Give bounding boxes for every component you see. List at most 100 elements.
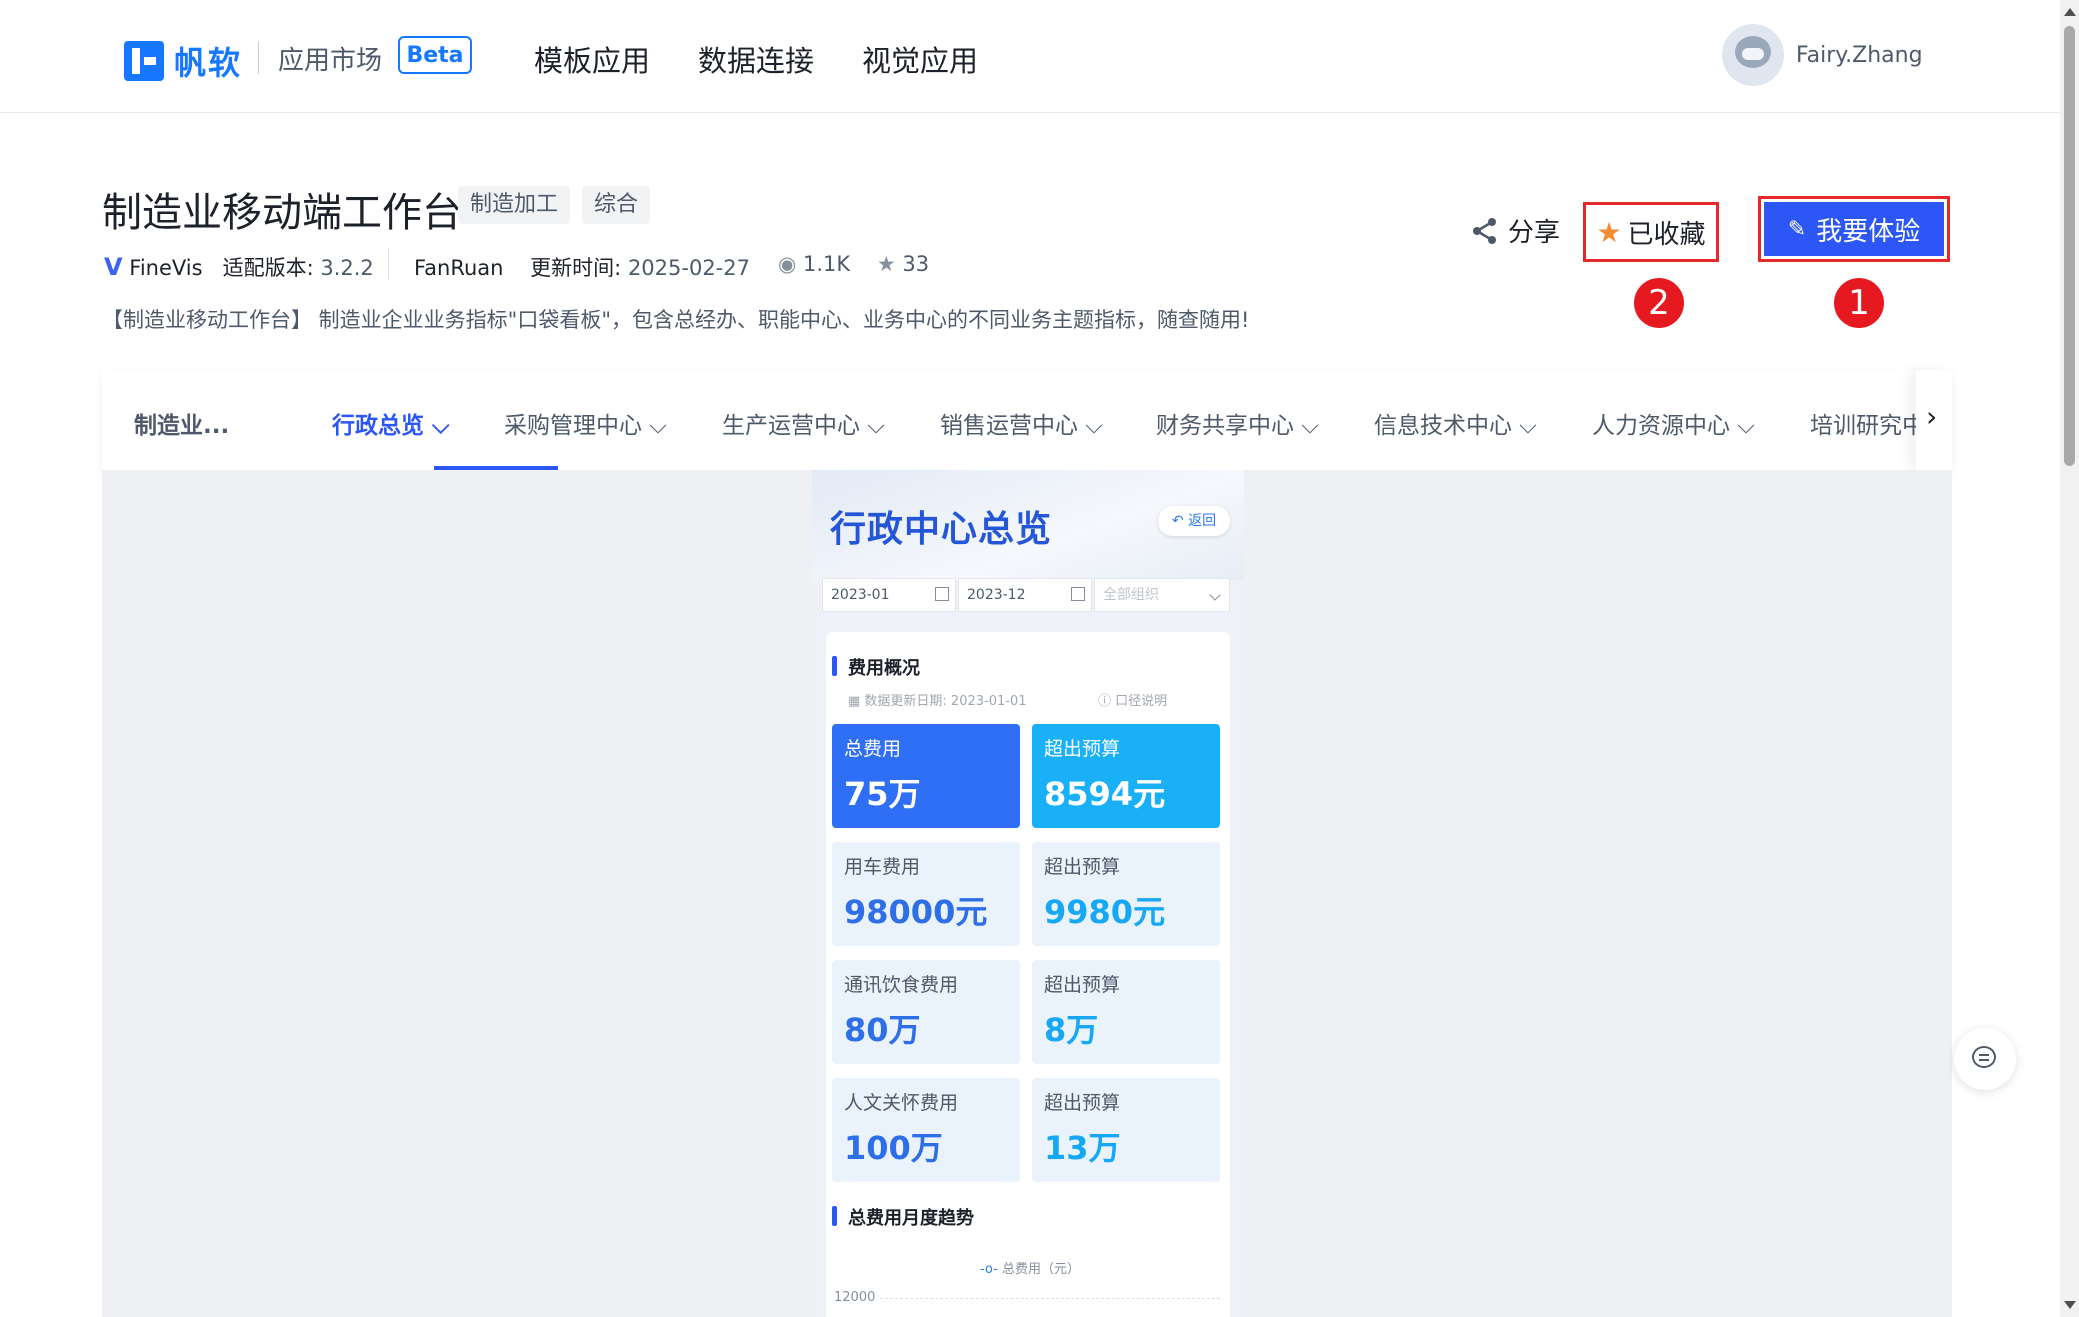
metric-value: 9980元 [1044,893,1166,931]
update-date-text: 数据更新日期: 2023-01-01 [864,694,1027,709]
logo-icon [124,41,164,81]
favorite-label: 已收藏 [1627,219,1706,250]
scroll-down-icon[interactable] [2064,1301,2076,1309]
end-date-picker[interactable]: 2023-12 [958,578,1092,612]
end-date-value: 2023-12 [967,587,1026,603]
chevron-down-icon [1209,589,1221,601]
logo-divider [258,42,259,74]
beta-badge: Beta [398,36,472,74]
metric-value: 80万 [844,1011,921,1049]
tab-finance[interactable]: 财务共享中心 ⌵ [1156,406,1319,440]
metric-label: 用车费用 [844,856,921,878]
explain-link[interactable]: ⓘ 口径说明 [1098,690,1167,709]
metric-label: 通讯饮食费用 [844,974,959,996]
tab-label: 人力资源中心 [1592,413,1730,439]
tab-label: 销售运营中心 [940,413,1078,439]
metric-card[interactable]: 通讯饮食费用 80万 [832,960,1020,1064]
tab-manufacturing[interactable]: 制造业... [134,406,229,440]
star-icon: ★ [876,252,896,276]
page-title: 制造业移动端工作台 [102,190,462,236]
version-value: 3.2.2 [320,256,374,280]
metric-card[interactable]: 超出预算 9980元 [1032,842,1220,946]
user-menu[interactable]: Fairy.Zhang [1722,24,1923,86]
tab-hr[interactable]: 人力资源中心 ⌵ [1592,406,1755,440]
metric-value: 8594元 [1044,775,1166,813]
metric-value: 8万 [1044,1011,1099,1049]
tab-procurement[interactable]: 采购管理中心 ⌵ [504,406,667,440]
metric-card[interactable]: 超出预算 13万 [1032,1078,1220,1182]
tab-production[interactable]: 生产运营中心 ⌵ [722,406,885,440]
back-label: 返回 [1188,513,1217,529]
scroll-up-icon[interactable] [2064,8,2076,16]
avatar [1722,24,1784,86]
org-select[interactable]: 全部组织 [1094,578,1230,612]
product-meta: V FineVis 适配版本: 3.2.2 [104,252,374,282]
share-label: 分享 [1508,218,1561,248]
chart-legend: -o- 总费用（元） [980,1258,1080,1277]
nav-template-apps[interactable]: 模板应用 [534,38,650,80]
start-date-value: 2023-01 [831,587,890,603]
metric-label: 超出预算 [1044,738,1121,760]
tab-sales[interactable]: 销售运营中心 ⌵ [940,406,1103,440]
tab-training[interactable]: 培训研究中 [1810,406,1925,440]
try-button[interactable]: ✎ 我要体验 [1764,202,1944,256]
tab-admin-overview[interactable]: 行政总览 ⌵ [332,406,449,440]
metric-label: 超出预算 [1044,1092,1121,1114]
share-button[interactable]: 分享 [1470,212,1560,249]
meta-divider [388,248,389,280]
author-name: FanRuan [414,256,504,280]
tab-label: 信息技术中心 [1374,413,1512,439]
chat-button[interactable] [1954,1028,2016,1090]
preview-title: 行政中心总览 [830,509,1053,550]
tabs-next-button[interactable]: › [1916,370,1952,470]
back-button[interactable]: ↶ 返回 [1158,506,1230,536]
finevis-icon: V [104,253,123,281]
nav-visual-apps[interactable]: 视觉应用 [862,38,978,80]
metric-label: 人文关怀费用 [844,1092,959,1114]
tag-manufacturing[interactable]: 制造加工 [458,186,571,224]
favorite-button[interactable]: ★ 已收藏 [1583,202,1719,262]
calendar-icon [1071,587,1085,601]
metric-card[interactable]: 超出预算 8万 [1032,960,1220,1064]
star-filled-icon: ★ [1596,215,1622,249]
tag-general[interactable]: 综合 [582,186,651,224]
tab-it[interactable]: 信息技术中心 ⌵ [1374,406,1537,440]
scroll-thumb[interactable] [2064,26,2075,466]
section-title-expense: 费用概况 [832,654,920,680]
metric-card[interactable]: 人文关怀费用 100万 [832,1078,1020,1182]
metric-card[interactable]: 总费用 75万 [832,724,1020,828]
annotation-badge-1: 1 [1834,278,1884,328]
pencil-icon: ✎ [1787,216,1807,242]
section-title-trend: 总费用月度趋势 [832,1204,974,1230]
metric-value: 13万 [1044,1129,1121,1167]
stats-meta: ◉ 1.1K ★ 33 [778,252,929,276]
legend-label: 总费用（元） [1001,1262,1080,1277]
metric-card[interactable]: 用车费用 98000元 [832,842,1020,946]
market-label: 应用市场 [278,46,383,76]
top-navigation-bar: 帆软 应用市场 Beta 模板应用 数据连接 视觉应用 Fairy.Zhang [0,0,2060,113]
expense-panel: 费用概况 ▦ 数据更新日期: 2023-01-01 ⓘ 口径说明 总费用 75万… [826,632,1230,1317]
metric-label: 总费用 [844,738,902,760]
try-label: 我要体验 [1816,216,1921,247]
annotation-badge-2: 2 [1634,278,1684,328]
metric-card[interactable]: 超出预算 8594元 [1032,724,1220,828]
tab-label: 行政总览 [332,413,424,439]
nav-data-connect[interactable]: 数据连接 [698,38,814,80]
try-button-highlight: ✎ 我要体验 [1758,196,1950,262]
author-meta: FanRuan 更新时间: 2025-02-27 [414,252,750,282]
start-date-picker[interactable]: 2023-01 [822,578,956,612]
tab-label: 采购管理中心 [504,413,642,439]
y-tick: 12000 [834,1290,876,1305]
share-icon [1473,217,1496,244]
username: Fairy.Zhang [1796,42,1923,68]
legend-marker-icon: -o- [980,1262,998,1277]
updated-date: 2025-02-27 [627,256,750,280]
update-date: ▦ 数据更新日期: 2023-01-01 [848,694,1027,709]
fanruan-logo[interactable]: 帆软 [124,38,242,84]
metric-value: 75万 [844,775,921,813]
metric-label: 超出预算 [1044,856,1121,878]
calendar-icon [935,587,949,601]
mobile-preview: 行政中心总览 ↶ 返回 2023-01 2023-12 全部组织 费用概况 ▦ … [812,470,1244,1317]
page-scrollbar[interactable] [2060,0,2079,1317]
version-label: 适配版本: [222,256,314,280]
